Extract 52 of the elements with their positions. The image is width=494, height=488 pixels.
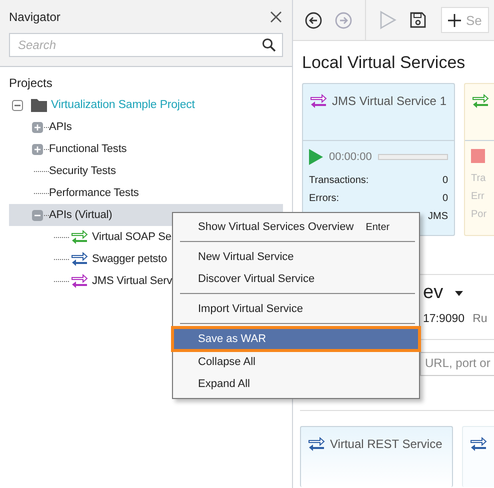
timer: 00:00:00 bbox=[329, 151, 372, 163]
tree-item[interactable]: Security Tests bbox=[9, 160, 283, 182]
tree-label: JMS Virtual Serv bbox=[92, 275, 172, 287]
save-icon[interactable] bbox=[410, 12, 426, 28]
service-name: JMS Virtual Service 1 bbox=[332, 94, 446, 108]
tree-label: Performance Tests bbox=[49, 187, 139, 199]
tree-label: Virtualization Sample Project bbox=[51, 99, 195, 111]
service-name: Virtual REST Service bbox=[330, 437, 442, 451]
stat-label: Transactions: bbox=[309, 175, 369, 188]
tree-label: Security Tests bbox=[49, 165, 116, 177]
tree-label: Virtual SOAP Se bbox=[92, 231, 172, 243]
stat-label: Tra bbox=[471, 173, 486, 186]
section-title: Local Virtual Services bbox=[302, 53, 466, 73]
search-icon[interactable] bbox=[262, 33, 283, 57]
stat-label: Por bbox=[471, 209, 487, 222]
stat-value: JMS bbox=[428, 211, 448, 224]
stat-label: Err bbox=[471, 191, 484, 204]
panel-title: Navigator bbox=[9, 10, 60, 24]
back-icon[interactable] bbox=[305, 12, 322, 28]
menu-item[interactable]: Expand All bbox=[173, 373, 419, 395]
status-text: Ru bbox=[472, 313, 488, 325]
play-icon[interactable] bbox=[309, 149, 323, 165]
plus-icon bbox=[448, 14, 461, 26]
progress-track bbox=[378, 154, 448, 160]
stat-label: Errors: bbox=[309, 193, 339, 206]
section-label: Projects bbox=[8, 75, 54, 92]
tree-item[interactable]: Functional Tests bbox=[9, 138, 283, 160]
collapse-icon[interactable] bbox=[32, 210, 43, 220]
menu-item[interactable]: Save as WAR bbox=[173, 328, 419, 350]
stat-value: 0 bbox=[442, 193, 448, 206]
tree-label: Functional Tests bbox=[49, 143, 127, 155]
collapse-icon[interactable] bbox=[12, 100, 23, 110]
search-field[interactable]: Search bbox=[0, 33, 292, 67]
search-field[interactable]: URL, port or bbox=[420, 352, 494, 376]
tree-label: APIs bbox=[49, 121, 72, 133]
menu-item[interactable]: Collapse All bbox=[173, 351, 419, 373]
stat-value: 0 bbox=[442, 175, 448, 188]
menu-item[interactable]: New Virtual Service bbox=[173, 246, 419, 268]
tree-label: APIs (Virtual) bbox=[49, 209, 112, 221]
tree-item[interactable]: APIs bbox=[9, 116, 283, 138]
menu-item[interactable]: Import Virtual Service bbox=[173, 298, 419, 320]
caret-icon[interactable] bbox=[455, 290, 464, 296]
address-text: 17:9090 bbox=[423, 313, 465, 325]
service-card[interactable]: Virtual REST Service bbox=[300, 426, 453, 487]
tree-item[interactable]: Performance Tests bbox=[9, 182, 283, 204]
folder-icon bbox=[31, 98, 47, 112]
tree-label: Swagger petsto bbox=[92, 253, 168, 265]
close-icon[interactable] bbox=[270, 10, 282, 22]
expand-icon[interactable] bbox=[32, 122, 43, 132]
expand-icon[interactable] bbox=[32, 144, 43, 154]
environment-title: ev bbox=[423, 283, 444, 303]
menu-item[interactable]: Discover Virtual Service bbox=[173, 268, 419, 290]
